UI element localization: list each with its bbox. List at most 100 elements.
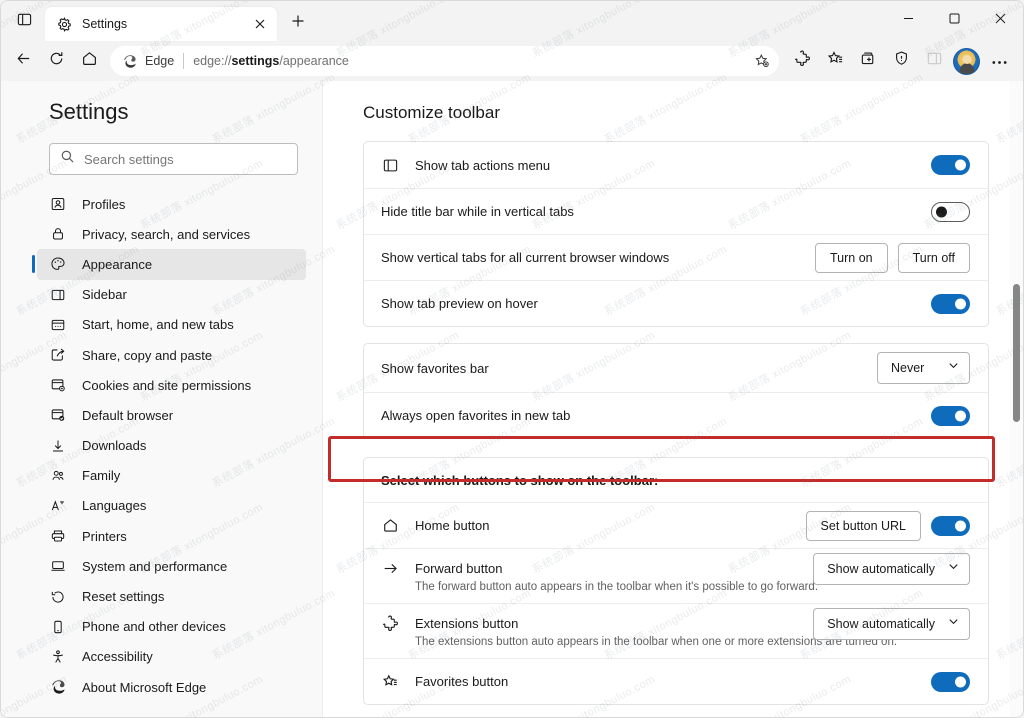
edge-logo-icon: [49, 679, 66, 696]
row-label: Show tab actions menu: [415, 157, 551, 173]
title-bar: Settings: [1, 1, 1023, 41]
tab-close-button[interactable]: [249, 13, 271, 35]
select-extensions-button[interactable]: Show automatically: [813, 607, 970, 640]
sidebar-item-label: Accessibility: [82, 649, 153, 665]
search-icon: [60, 149, 75, 169]
row-label: Show vertical tabs for all current brows…: [381, 250, 670, 265]
sidebar-item-appearance[interactable]: Appearance: [32, 249, 306, 280]
browser-tab-settings[interactable]: Settings: [45, 7, 277, 41]
toolbar-buttons-card: Select which buttons to show on the tool…: [363, 457, 989, 705]
favorites-settings-card: Show favorites bar Never Always open fav…: [363, 343, 989, 439]
chevron-down-icon: [947, 615, 960, 633]
toggle-favorites-button[interactable]: [931, 671, 970, 692]
minimize-button[interactable]: [885, 1, 931, 35]
more-options-icon: [991, 52, 1008, 70]
select-show-favorites-bar[interactable]: Never: [877, 352, 970, 384]
sidebar-item-phone-devices[interactable]: Phone and other devices: [37, 612, 306, 642]
more-options-button[interactable]: [983, 45, 1015, 77]
row-vertical-tabs-all-windows: Show vertical tabs for all current brows…: [364, 234, 988, 280]
collections-button[interactable]: [852, 45, 884, 77]
sidebar-item-default-browser[interactable]: Default browser: [37, 400, 306, 430]
sidebar-item-about-edge[interactable]: About Microsoft Edge: [37, 672, 306, 702]
turn-off-button[interactable]: Turn off: [897, 242, 970, 273]
sidebar-item-share-copy-paste[interactable]: Share, copy and paste: [37, 340, 306, 370]
browser-window: Settings Edge edge://settings/appearance…: [0, 0, 1024, 718]
sidebar-item-reset-settings[interactable]: Reset settings: [37, 581, 306, 611]
tab-actions-menu-button[interactable]: [9, 7, 39, 37]
extensions-button[interactable]: [786, 45, 818, 77]
cookies-icon: [49, 377, 66, 394]
refresh-button[interactable]: [40, 45, 72, 77]
sidebar-item-cookies[interactable]: Cookies and site permissions: [37, 370, 306, 400]
sidebar-item-system-performance[interactable]: System and performance: [37, 551, 306, 581]
sidebar-item-label: Start, home, and new tabs: [82, 317, 234, 333]
sidebar-item-label: Profiles: [82, 196, 126, 212]
row-controls: Set button URL: [805, 510, 970, 541]
accessibility-icon: [49, 648, 66, 665]
toggle-home-button[interactable]: [931, 515, 970, 536]
navigation-toolbar: Edge edge://settings/appearance: [1, 41, 1023, 81]
set-button-url-button[interactable]: Set button URL: [805, 510, 921, 541]
omnibox-divider: [183, 53, 185, 69]
select-value: Show automatically: [827, 616, 935, 631]
sidebar-item-start-home-newtabs[interactable]: Start, home, and new tabs: [37, 310, 306, 340]
row-label: Always open favorites in new tab: [381, 408, 571, 423]
toggle-always-open-favorites-new-tab[interactable]: [931, 405, 970, 426]
search-input[interactable]: [84, 151, 287, 167]
chevron-down-icon: [947, 560, 960, 578]
split-screen-button[interactable]: [918, 45, 950, 77]
lock-icon: [49, 226, 66, 243]
content-scrollbar[interactable]: [1010, 81, 1023, 717]
sidebar-item-sidebar[interactable]: Sidebar: [37, 280, 306, 310]
home-button[interactable]: [73, 45, 105, 77]
sidebar-item-accessibility[interactable]: Accessibility: [37, 642, 306, 672]
address-bar[interactable]: Edge edge://settings/appearance: [110, 46, 779, 76]
row-controls: Show automatically: [813, 552, 970, 585]
sidebar-item-languages[interactable]: Languages: [37, 491, 306, 521]
maximize-button[interactable]: [931, 1, 977, 35]
window-controls: [885, 1, 1023, 35]
search-settings-field[interactable]: [49, 143, 298, 175]
row-label: Home button: [415, 518, 490, 533]
favorites-button[interactable]: [819, 45, 851, 77]
printer-icon: [49, 528, 66, 545]
scrollbar-thumb[interactable]: [1013, 284, 1020, 422]
browser-essentials-icon: [893, 50, 910, 72]
sidebar-item-label: Cookies and site permissions: [82, 377, 252, 393]
system-icon: [49, 558, 66, 575]
tab-title: Settings: [82, 17, 128, 31]
tabs-settings-card: Show tab actions menu Hide title bar whi…: [363, 141, 989, 327]
select-forward-button[interactable]: Show automatically: [813, 552, 970, 585]
add-favorite-icon[interactable]: [748, 48, 775, 75]
back-button[interactable]: [7, 45, 39, 77]
home-icon: [381, 516, 400, 535]
turn-on-button[interactable]: Turn on: [814, 242, 888, 273]
sidebar-item-label: About Microsoft Edge: [82, 679, 207, 695]
sidebar-item-family[interactable]: Family: [37, 461, 306, 491]
toggle-hide-title-bar[interactable]: [931, 201, 970, 222]
sidebar-item-label: Privacy, search, and services: [82, 226, 251, 242]
toggle-show-tab-actions-menu[interactable]: [931, 155, 970, 175]
toggle-show-tab-preview[interactable]: [931, 293, 970, 314]
sidebar-item-privacy[interactable]: Privacy, search, and services: [37, 219, 306, 249]
forward-arrow-icon: [381, 559, 400, 578]
sidebar-item-printers[interactable]: Printers: [37, 521, 306, 551]
sidebar-item-profiles[interactable]: Profiles: [37, 189, 306, 219]
favorites-icon: [827, 50, 844, 72]
sidebar-icon: [49, 286, 66, 303]
profile-avatar[interactable]: [953, 47, 980, 75]
back-arrow-icon: [15, 50, 32, 72]
new-tab-button[interactable]: [284, 9, 312, 37]
browser-essentials-button[interactable]: [885, 45, 917, 77]
sidebar-item-label: Printers: [82, 528, 127, 544]
window-close-button[interactable]: [977, 1, 1023, 35]
content-heading: Customize toolbar: [363, 103, 501, 122]
row-forward-button: Forward button Show automatically: [364, 548, 988, 588]
row-label: Extensions button: [415, 616, 519, 631]
sidebar-item-label: Phone and other devices: [82, 619, 226, 635]
default-browser-icon: [49, 407, 66, 424]
start-home-icon: [49, 316, 66, 333]
page-title: Settings: [49, 99, 129, 124]
omnibox-brand-label: Edge: [145, 54, 175, 68]
sidebar-item-downloads[interactable]: Downloads: [37, 431, 306, 461]
